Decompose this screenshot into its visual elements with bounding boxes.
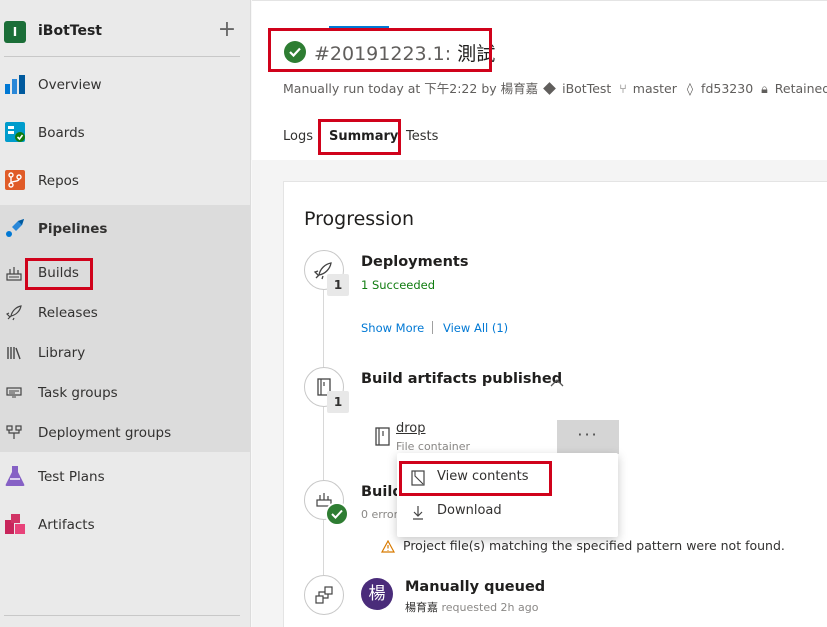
artifact-context-menu: View contents Download <box>397 453 618 537</box>
download-menu-item[interactable]: Download <box>397 495 618 529</box>
artifacts-icon <box>5 514 25 534</box>
sidebar-item-label: Overview <box>38 77 102 93</box>
success-check-icon <box>325 502 349 526</box>
repos-icon <box>5 170 25 190</box>
queued-node <box>304 575 344 615</box>
queued-time: requested 2h ago <box>441 601 539 614</box>
divider <box>4 56 240 57</box>
progression-card: Progression 1 Deployments 1 Succeeded Sh… <box>283 181 827 627</box>
sidebar-item-label: Library <box>38 345 86 361</box>
view-contents-icon <box>411 470 425 486</box>
org-avatar: I <box>4 21 26 43</box>
sidebar-item-label: Test Plans <box>38 469 105 485</box>
pipelines-icon <box>6 219 24 237</box>
view-all-link[interactable]: View All (1) <box>443 321 508 335</box>
active-tab-indicator <box>329 26 389 28</box>
sidebar-item-label: Artifacts <box>38 517 95 533</box>
sidebar-subitem-task-groups[interactable]: Task groups <box>0 375 251 413</box>
org-name[interactable]: iBotTest <box>38 23 102 39</box>
file-container-icon <box>375 427 390 446</box>
task-groups-icon <box>6 387 22 398</box>
section-title: Progression <box>304 208 415 230</box>
run-meta: Manually run today at 下午2:22 by 楊育嘉 iBot… <box>283 78 827 97</box>
run-number: #20191223.1: <box>314 43 452 65</box>
summary-content: Progression 1 Deployments 1 Succeeded Sh… <box>252 160 827 627</box>
run-trigger: Manually run today at 下午2:22 by 楊育嘉 <box>283 81 539 96</box>
link-separator <box>432 321 433 334</box>
sidebar-item-label: Repos <box>38 173 79 189</box>
deployments-status: 1 Succeeded <box>361 278 436 292</box>
tab-logs[interactable]: Logs <box>283 129 313 144</box>
page-title: #20191223.1: 測試 <box>284 39 495 66</box>
artifact-type: File container <box>396 440 471 453</box>
sidebar-item-label: Builds <box>38 265 79 281</box>
add-icon[interactable]: + <box>216 17 238 43</box>
deployments-title: Deployments <box>361 254 469 270</box>
org-header: I iBotTest + <box>0 8 251 56</box>
builds-icon <box>6 267 22 281</box>
sidebar-item-label: Releases <box>38 305 98 321</box>
sidebar-item-overview[interactable]: Overview <box>0 65 251 105</box>
artifacts-title: Build artifacts published <box>361 371 563 387</box>
deployments-count: 1 <box>327 274 349 296</box>
sidebar-item-boards[interactable]: Boards <box>0 113 251 153</box>
run-branch[interactable]: master <box>633 81 677 96</box>
sidebar-item-pipelines[interactable]: Pipelines <box>0 209 251 249</box>
tab-summary[interactable]: Summary <box>329 129 398 144</box>
queued-user: 楊育嘉 <box>405 601 438 614</box>
run-retained: Retained <box>774 81 827 96</box>
artifact-drop-link[interactable]: drop <box>396 421 426 436</box>
rocket-icon <box>6 305 22 321</box>
deployment-groups-icon <box>315 586 333 604</box>
sidebar-item-test-plans[interactable]: Test Plans <box>0 457 251 497</box>
success-check-icon <box>284 41 306 63</box>
show-more-link[interactable]: Show More <box>361 321 424 335</box>
menu-item-label: Download <box>437 503 502 518</box>
sidebar-subitem-builds[interactable]: Builds <box>0 255 251 293</box>
sidebar-item-label: Boards <box>38 125 85 141</box>
more-actions-button[interactable]: ··· <box>557 420 619 454</box>
sidebar-item-label: Task groups <box>38 385 118 401</box>
sidebar: I iBotTest + Overview Boards Repos Pipel… <box>0 0 251 627</box>
divider <box>4 615 240 616</box>
view-contents-menu-item[interactable]: View contents <box>397 461 618 495</box>
sidebar-subitem-deployment-groups[interactable]: Deployment groups <box>0 415 251 453</box>
branch-icon: ⑂ <box>619 81 627 96</box>
run-name: 測試 <box>457 43 496 65</box>
sidebar-item-artifacts[interactable]: Artifacts <box>0 505 251 545</box>
sidebar-subitem-library[interactable]: Library <box>0 335 251 373</box>
timeline-line <box>323 272 324 612</box>
avatar: 楊 <box>361 578 393 610</box>
tab-tests[interactable]: Tests <box>406 129 438 144</box>
run-commit[interactable]: fd53230 <box>701 81 753 96</box>
overview-icon <box>5 75 25 94</box>
sidebar-item-label: Deployment groups <box>38 425 172 441</box>
menu-item-label: View contents <box>437 469 529 484</box>
artifacts-count: 1 <box>327 391 349 413</box>
deployment-groups-icon <box>6 425 22 439</box>
queued-by: 楊育嘉 requested 2h ago <box>405 599 538 615</box>
chevron-up-icon[interactable] <box>550 378 564 388</box>
library-icon <box>7 347 21 360</box>
sidebar-item-label: Pipelines <box>38 221 108 237</box>
commit-icon: ◊ <box>686 81 694 96</box>
build-errors: 0 erron <box>361 508 401 521</box>
download-icon <box>413 506 423 520</box>
queued-title: Manually queued <box>405 579 546 595</box>
run-project[interactable]: iBotTest <box>562 81 611 96</box>
boards-icon <box>5 122 25 142</box>
pipelines-group: Pipelines Builds Releases Library Task g… <box>0 205 251 452</box>
sidebar-subitem-releases[interactable]: Releases <box>0 295 251 333</box>
run-header: #20191223.1: 測試 Manually run today at 下午… <box>252 0 827 160</box>
sidebar-item-repos[interactable]: Repos <box>0 161 251 201</box>
test-plans-icon <box>5 466 25 486</box>
project-icon <box>543 82 556 95</box>
warning-message: Project file(s) matching the specified p… <box>403 538 785 553</box>
warning-icon <box>381 540 395 553</box>
lock-icon: 🔒︎ <box>761 81 768 96</box>
